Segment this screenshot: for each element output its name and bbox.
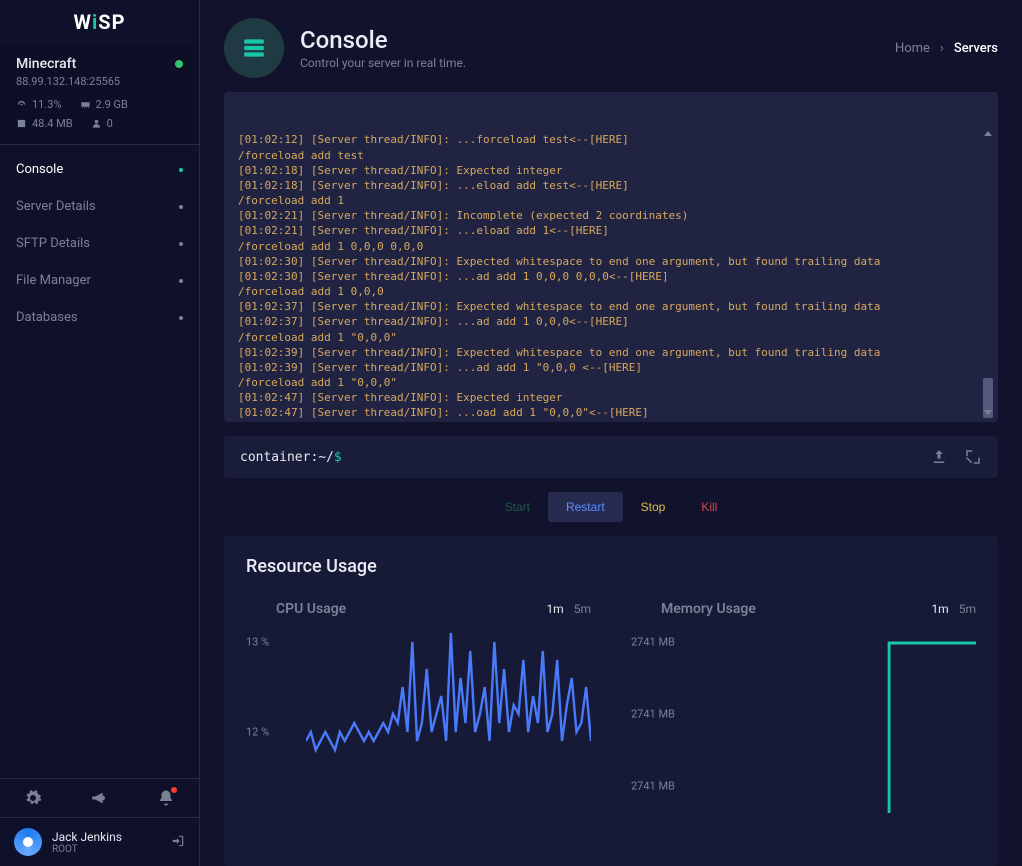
mem-ytick-1: 2741 MB [631,708,675,721]
memory-icon [80,99,91,110]
nav-bullet-icon [179,316,183,320]
mem-ytick-0: 2741 MB [631,636,675,649]
breadcrumb-current: Servers [954,41,998,56]
chevron-right-icon: › [940,41,944,56]
fullscreen-icon[interactable] [964,448,982,466]
server-address: 88.99.132.148:25565 [16,75,183,88]
scroll-up-icon[interactable] [983,128,993,138]
mem-range-tabs: 1m 5m [931,602,976,616]
nav-item-sftp-details[interactable]: SFTP Details [0,225,199,262]
nav-item-server-details[interactable]: Server Details [0,188,199,225]
resource-panel: Resource Usage CPU Usage 1m 5m 13 % 12 % [224,536,998,866]
cpu-chart-title: CPU Usage [276,601,346,617]
settings-button[interactable] [24,789,42,807]
nav-bullet-icon [179,168,183,172]
mem-ytick-2: 2741 MB [631,780,675,793]
range-1m[interactable]: 1m [931,602,948,616]
breadcrumb: Home › Servers [895,41,998,56]
user-icon [91,118,102,129]
upload-icon[interactable] [930,448,948,466]
restart-button[interactable]: Restart [548,492,623,522]
stat-cpu: 11.3% [16,98,62,111]
range-1m[interactable]: 1m [546,602,563,616]
status-dot-icon [175,60,183,68]
main-content: Console Control your server in real time… [200,0,1022,866]
stat-players: 0 [91,117,113,130]
scroll-down-icon[interactable] [983,406,993,416]
cpu-plot [306,633,591,813]
server-action-row: Start Restart Stop Kill [224,492,998,522]
user-row: Jack Jenkins ROOT [0,817,199,866]
console-prompt: container:~/$ [240,450,342,465]
memory-chart: Memory Usage 1m 5m 2741 MB 2741 MB 2741 … [631,601,976,813]
server-icon [241,35,267,61]
brand-logo: WiSP [0,0,199,44]
breadcrumb-home[interactable]: Home [895,41,930,56]
resource-title: Resource Usage [246,556,976,577]
stat-memory: 2.9 GB [80,98,128,111]
server-name: Minecraft [16,56,76,72]
cpu-ytick-0: 13 % [246,636,269,649]
nav-bullet-icon [179,279,183,283]
stop-button[interactable]: Stop [623,492,684,522]
console-output[interactable]: [01:02:12] [Server thread/INFO]: ...forc… [224,92,998,422]
logout-icon [171,834,185,848]
start-button[interactable]: Start [487,492,548,522]
announcements-button[interactable] [90,789,108,807]
range-5m[interactable]: 5m [574,602,591,616]
cpu-ytick-1: 12 % [246,726,269,739]
console-input[interactable] [352,450,920,465]
gauge-icon [16,99,27,110]
bottom-icon-bar [0,778,199,817]
page-title: Console [300,26,466,54]
console-input-row: container:~/$ [224,436,998,478]
hdd-icon [16,118,27,129]
nav-item-file-manager[interactable]: File Manager [0,262,199,299]
nav-bullet-icon [179,205,183,209]
page-subtitle: Control your server in real time. [300,56,466,70]
header-icon-circle [224,18,284,78]
sidebar: WiSP Minecraft 88.99.132.148:25565 11.3%… [0,0,200,866]
server-info-block: Minecraft 88.99.132.148:25565 11.3% 2.9 … [0,44,199,145]
notification-badge-icon [171,787,177,793]
avatar[interactable] [14,828,42,856]
nav-item-databases[interactable]: Databases [0,299,199,336]
cpu-chart: CPU Usage 1m 5m 13 % 12 % [246,601,591,813]
nav-bullet-icon [179,242,183,246]
nav-item-console[interactable]: Console [0,151,199,188]
user-role: ROOT [52,844,161,855]
user-name: Jack Jenkins [52,830,161,844]
page-header: Console Control your server in real time… [224,18,998,78]
gear-icon [24,789,42,807]
notifications-button[interactable] [157,789,175,807]
range-5m[interactable]: 5m [959,602,976,616]
memory-chart-title: Memory Usage [661,601,756,617]
stat-disk: 48.4 MB [16,117,73,130]
megaphone-icon [90,789,108,807]
console-scrollbar[interactable] [982,98,994,416]
memory-plot [691,633,976,813]
console-panel: [01:02:12] [Server thread/INFO]: ...forc… [224,92,998,422]
logout-button[interactable] [171,833,185,852]
cpu-range-tabs: 1m 5m [546,602,591,616]
sidebar-nav: Console Server Details SFTP Details File… [0,145,199,778]
kill-button[interactable]: Kill [683,492,735,522]
